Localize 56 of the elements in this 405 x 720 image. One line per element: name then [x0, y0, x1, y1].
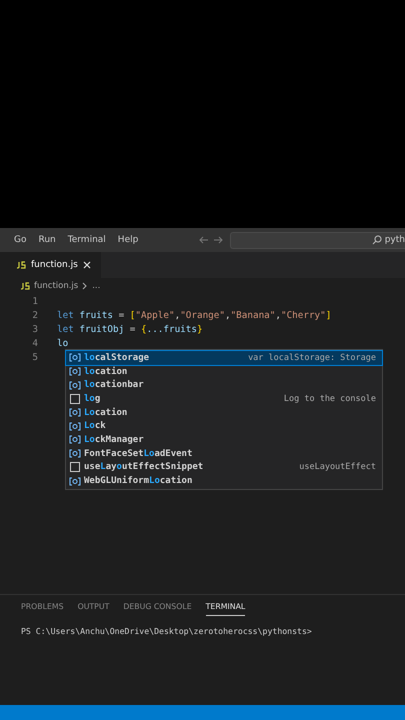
variable-icon: [69, 422, 81, 431]
suggestion-item[interactable]: localStorage var localStorage: Storage: [66, 351, 382, 365]
line-number: 3: [31, 324, 38, 334]
suggestion-item[interactable]: Lock: [66, 419, 382, 434]
chevron-icon: [82, 282, 88, 290]
variable-icon: [69, 367, 81, 376]
suggestion-item[interactable]: FontFaceSetLoadEvent: [66, 446, 382, 460]
suggestion-item[interactable]: locationbar: [66, 378, 382, 392]
suggestion-detail: Log to the console: [284, 394, 376, 404]
suggestion-label: Lock: [84, 421, 106, 432]
variable-icon: [69, 476, 81, 486]
suggestion-label: Location: [84, 408, 128, 418]
code-line: let fruitObj = {...fruits}: [57, 324, 203, 334]
suggestion-label: useLayoutEffectSnippet: [84, 462, 204, 472]
suggestion-item[interactable]: useLayoutEffectSnippet useLayoutEffect: [66, 460, 382, 474]
suggestion-detail: useLayoutEffect: [299, 462, 376, 472]
line-number: 4: [31, 338, 38, 348]
code-line: let fruits = ["Apple","Orange","Banana","Cherry"]: [57, 310, 332, 320]
code-line: lo: [57, 338, 68, 348]
variable-icon: [69, 435, 81, 444]
js-file-icon: [16, 261, 26, 269]
suggestion-label: log: [84, 394, 100, 404]
search-field[interactable]: pyth: [230, 232, 405, 248]
suggestion-label: WebGLUniformLocation: [84, 476, 192, 486]
breadcrumb-item[interactable]: function.js: [34, 281, 78, 291]
suggestion-label: localStorage: [84, 352, 150, 363]
variable-icon: [69, 449, 81, 458]
variable-icon: [69, 380, 81, 390]
search-icon: [372, 235, 382, 245]
line-number: 2: [31, 310, 38, 320]
suggestion-item[interactable]: log Log to the console: [66, 392, 382, 406]
line-number: 5: [31, 352, 38, 362]
menu-item[interactable]: Help: [118, 235, 138, 245]
suggestion-item[interactable]: LockManager: [66, 433, 382, 447]
suggestion-label: location: [84, 366, 128, 377]
snippet-icon: [69, 462, 81, 472]
suggestion-label: LockManager: [84, 434, 144, 445]
suggestion-item[interactable]: WebGLUniformLocation: [66, 474, 382, 488]
menu-item[interactable]: Go: [14, 235, 26, 245]
variable-icon: [69, 353, 81, 362]
back-forward-icon[interactable]: [198, 235, 224, 245]
suggestion-item[interactable]: location: [66, 364, 382, 378]
variable-icon: [69, 408, 81, 418]
suggestion-detail: var localStorage: Storage: [248, 352, 376, 363]
menu-item[interactable]: Run: [38, 235, 56, 245]
js-file-icon: [20, 282, 30, 290]
suggestion-item[interactable]: Location: [66, 406, 382, 420]
suggestion-label: FontFaceSetLoadEvent: [84, 448, 192, 459]
breadcrumb-item[interactable]: ...: [92, 281, 100, 291]
suggestion-label: locationbar: [84, 380, 144, 390]
editor-tab[interactable]: function.js: [0, 252, 101, 278]
line-number: 1: [31, 296, 38, 306]
snippet-icon: [69, 394, 81, 404]
terminal-prompt: PS C:\Users\Anchu\OneDrive\Desktop\zerotoherocss\pythonsts>: [21, 626, 313, 636]
close-icon[interactable]: [82, 261, 91, 269]
menu-item[interactable]: Terminal: [68, 235, 106, 245]
